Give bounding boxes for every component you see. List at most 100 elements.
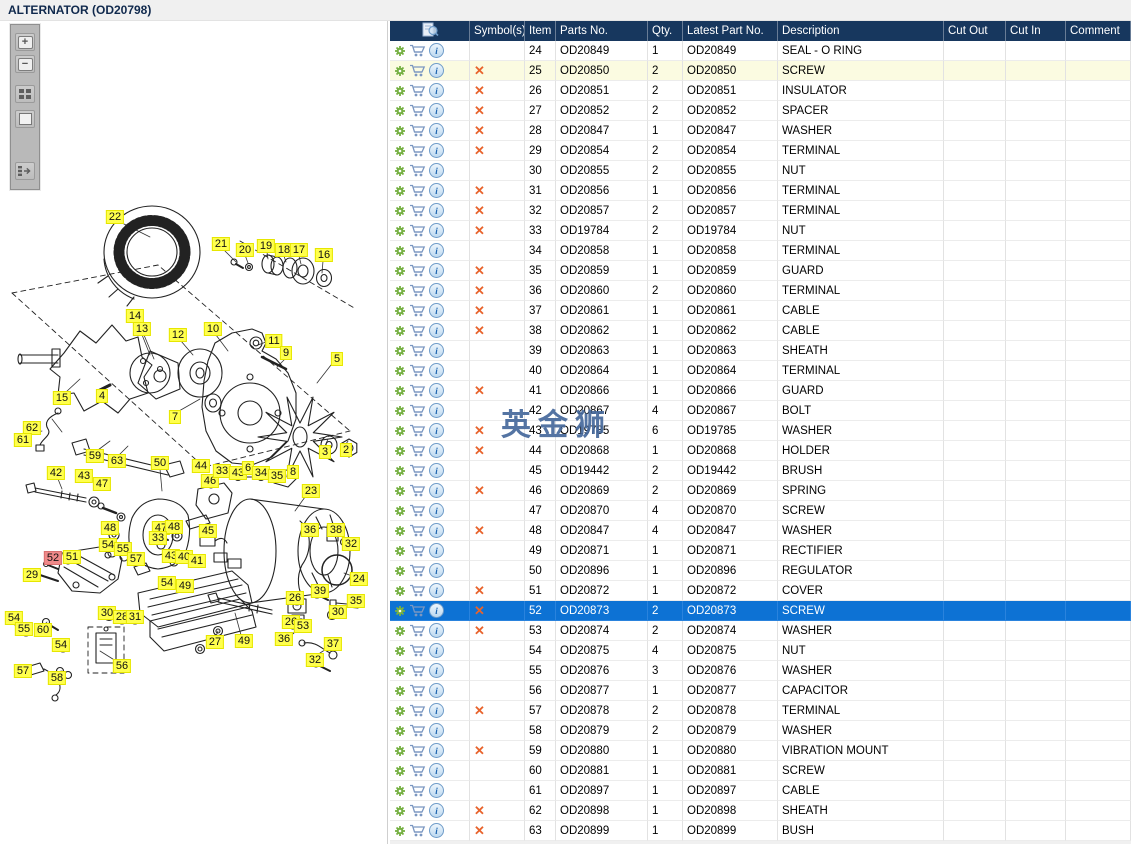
- gear-icon[interactable]: [394, 765, 406, 777]
- export-view-button[interactable]: [15, 162, 35, 180]
- part-label-48[interactable]: 48: [165, 520, 183, 534]
- zoom-out-button[interactable]: −: [15, 55, 35, 73]
- cart-icon[interactable]: [409, 484, 426, 497]
- gear-icon[interactable]: [394, 745, 406, 757]
- part-label-59[interactable]: 59: [86, 449, 104, 463]
- table-row-item-35[interactable]: i✕35OD208591OD20859GUARD: [390, 261, 1131, 281]
- info-icon[interactable]: i: [429, 663, 444, 678]
- table-row-item-60[interactable]: i60OD208811OD20881SCREW: [390, 761, 1131, 781]
- part-label-24[interactable]: 24: [350, 572, 368, 586]
- info-icon[interactable]: i: [429, 703, 444, 718]
- part-label-35[interactable]: 35: [268, 469, 286, 483]
- cart-icon[interactable]: [409, 724, 426, 737]
- part-label-22[interactable]: 22: [106, 210, 124, 224]
- gear-icon[interactable]: [394, 145, 406, 157]
- table-row-item-52[interactable]: i✕52OD208732OD20873SCREW: [390, 601, 1131, 621]
- table-row-item-28[interactable]: i✕28OD208471OD20847WASHER: [390, 121, 1131, 141]
- part-label-49[interactable]: 49: [176, 579, 194, 593]
- info-icon[interactable]: i: [429, 643, 444, 658]
- info-icon[interactable]: i: [429, 763, 444, 778]
- part-label-47[interactable]: 47: [93, 477, 111, 491]
- info-icon[interactable]: i: [429, 443, 444, 458]
- gear-icon[interactable]: [394, 785, 406, 797]
- fit-view-button[interactable]: [15, 110, 35, 128]
- part-label-29[interactable]: 29: [23, 568, 41, 582]
- part-label-15[interactable]: 15: [53, 391, 71, 405]
- info-icon[interactable]: i: [429, 463, 444, 478]
- info-icon[interactable]: i: [429, 123, 444, 138]
- part-label-44[interactable]: 44: [192, 459, 210, 473]
- cart-icon[interactable]: [409, 444, 426, 457]
- part-label-37[interactable]: 37: [324, 637, 342, 651]
- part-label-10[interactable]: 10: [204, 322, 222, 336]
- table-row-item-55[interactable]: i55OD208763OD20876WASHER: [390, 661, 1131, 681]
- part-label-63[interactable]: 63: [108, 454, 126, 468]
- part-label-7[interactable]: 7: [169, 410, 181, 424]
- cart-icon[interactable]: [409, 64, 426, 77]
- cart-icon[interactable]: [409, 804, 426, 817]
- cart-icon[interactable]: [409, 264, 426, 277]
- gear-icon[interactable]: [394, 705, 406, 717]
- table-row-item-39[interactable]: i39OD208631OD20863SHEATH: [390, 341, 1131, 361]
- part-label-35[interactable]: 35: [347, 594, 365, 608]
- cart-icon[interactable]: [409, 824, 426, 837]
- part-label-41[interactable]: 41: [188, 554, 206, 568]
- part-label-39[interactable]: 39: [311, 584, 329, 598]
- info-icon[interactable]: i: [429, 43, 444, 58]
- cart-icon[interactable]: [409, 424, 426, 437]
- gear-icon[interactable]: [394, 225, 406, 237]
- part-label-3[interactable]: 3: [319, 445, 331, 459]
- part-label-4[interactable]: 4: [96, 389, 108, 403]
- info-icon[interactable]: i: [429, 243, 444, 258]
- table-row-item-57[interactable]: i✕57OD208782OD20878TERMINAL: [390, 701, 1131, 721]
- gear-icon[interactable]: [394, 445, 406, 457]
- info-icon[interactable]: i: [429, 163, 444, 178]
- info-icon[interactable]: i: [429, 343, 444, 358]
- gear-icon[interactable]: [394, 825, 406, 837]
- cart-icon[interactable]: [409, 544, 426, 557]
- part-label-50[interactable]: 50: [151, 456, 169, 470]
- cart-icon[interactable]: [409, 524, 426, 537]
- part-label-20[interactable]: 20: [236, 243, 254, 257]
- table-row-item-43[interactable]: i✕43OD197856OD19785WASHER: [390, 421, 1131, 441]
- part-label-54[interactable]: 54: [52, 638, 70, 652]
- table-row-item-51[interactable]: i✕51OD208721OD20872COVER: [390, 581, 1131, 601]
- part-label-36[interactable]: 36: [275, 632, 293, 646]
- gear-icon[interactable]: [394, 605, 406, 617]
- info-icon[interactable]: i: [429, 543, 444, 558]
- part-label-19[interactable]: 19: [257, 239, 275, 253]
- part-label-17[interactable]: 17: [290, 243, 308, 257]
- cart-icon[interactable]: [409, 584, 426, 597]
- info-icon[interactable]: i: [429, 823, 444, 838]
- cart-icon[interactable]: [409, 44, 426, 57]
- cart-icon[interactable]: [409, 744, 426, 757]
- gear-icon[interactable]: [394, 645, 406, 657]
- table-row-item-47[interactable]: i47OD208704OD20870SCREW: [390, 501, 1131, 521]
- gear-icon[interactable]: [394, 485, 406, 497]
- table-row-item-33[interactable]: i✕33OD197842OD19784NUT: [390, 221, 1131, 241]
- gear-icon[interactable]: [394, 285, 406, 297]
- info-icon[interactable]: i: [429, 783, 444, 798]
- info-icon[interactable]: i: [429, 563, 444, 578]
- gear-icon[interactable]: [394, 625, 406, 637]
- info-icon[interactable]: i: [429, 103, 444, 118]
- part-label-48[interactable]: 48: [101, 521, 119, 535]
- gear-icon[interactable]: [394, 385, 406, 397]
- cart-icon[interactable]: [409, 324, 426, 337]
- gear-icon[interactable]: [394, 45, 406, 57]
- table-row-item-27[interactable]: i✕27OD208522OD20852SPACER: [390, 101, 1131, 121]
- cart-icon[interactable]: [409, 564, 426, 577]
- cart-icon[interactable]: [409, 784, 426, 797]
- info-icon[interactable]: i: [429, 203, 444, 218]
- gear-icon[interactable]: [394, 525, 406, 537]
- gear-icon[interactable]: [394, 65, 406, 77]
- part-label-54[interactable]: 54: [158, 576, 176, 590]
- info-icon[interactable]: i: [429, 83, 444, 98]
- gear-icon[interactable]: [394, 105, 406, 117]
- part-label-38[interactable]: 38: [327, 523, 345, 537]
- info-icon[interactable]: i: [429, 143, 444, 158]
- part-label-14[interactable]: 14: [126, 309, 144, 323]
- part-label-58[interactable]: 58: [48, 671, 66, 685]
- gear-icon[interactable]: [394, 565, 406, 577]
- zoom-in-button[interactable]: +: [15, 33, 35, 51]
